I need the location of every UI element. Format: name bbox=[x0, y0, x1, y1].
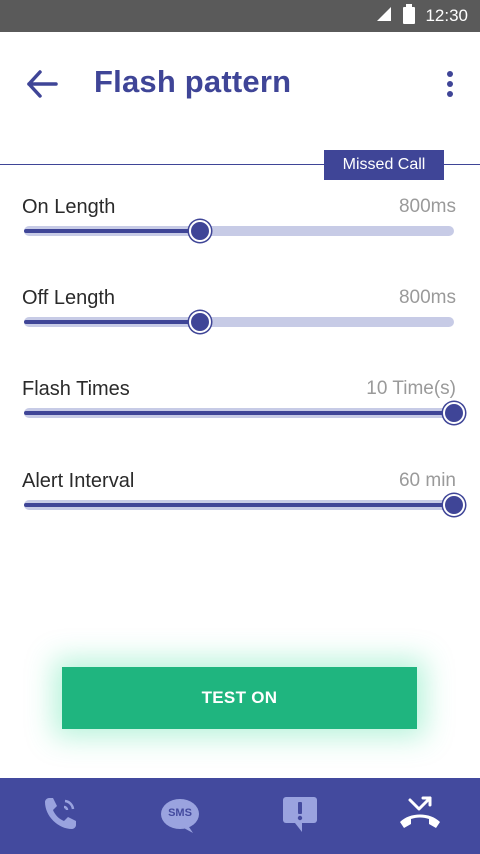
sms-icon-label: SMS bbox=[168, 807, 192, 819]
setting-value: 800ms bbox=[398, 287, 456, 308]
on-length-slider[interactable] bbox=[24, 220, 454, 242]
setting-value: 10 Time(s) bbox=[366, 378, 456, 399]
status-bar: 12:30 bbox=[0, 0, 480, 32]
slider-fill bbox=[24, 320, 201, 324]
setting-label: On Length bbox=[22, 196, 116, 218]
nav-item-alerts[interactable] bbox=[240, 778, 360, 854]
setting-off-length: Off Length 800ms bbox=[22, 287, 456, 347]
flash-times-slider[interactable] bbox=[24, 402, 465, 424]
back-arrow-icon bbox=[25, 69, 59, 103]
slider-thumb[interactable] bbox=[443, 494, 465, 516]
back-button[interactable] bbox=[18, 62, 66, 110]
mode-badge: Missed Call bbox=[324, 150, 444, 180]
slider-thumb[interactable] bbox=[443, 402, 465, 424]
nav-item-missed-call[interactable] bbox=[360, 778, 480, 854]
more-vert-icon bbox=[446, 71, 454, 101]
battery-icon bbox=[403, 4, 416, 28]
setting-flash-times: Flash Times 10 Time(s) bbox=[22, 378, 465, 438]
missed-call-icon bbox=[398, 794, 442, 838]
setting-label: Flash Times bbox=[22, 378, 130, 400]
slider-fill bbox=[24, 411, 454, 415]
alert-interval-slider[interactable] bbox=[24, 494, 465, 516]
sms-icon: SMS bbox=[159, 796, 201, 836]
setting-on-length: On Length 800ms bbox=[22, 196, 456, 256]
test-on-button[interactable]: TEST ON bbox=[62, 667, 417, 729]
page-title: Flash pattern bbox=[94, 64, 292, 99]
phone-icon bbox=[40, 794, 80, 838]
setting-value: 800ms bbox=[398, 196, 456, 217]
off-length-slider[interactable] bbox=[24, 311, 454, 333]
status-time: 12:30 bbox=[425, 6, 468, 25]
nav-item-calls[interactable] bbox=[0, 778, 120, 854]
nav-item-sms[interactable]: SMS bbox=[120, 778, 240, 854]
app-bar: Flash pattern bbox=[0, 32, 480, 140]
bottom-nav: SMS bbox=[0, 778, 480, 854]
slider-fill bbox=[24, 229, 201, 233]
setting-label: Alert Interval bbox=[22, 470, 135, 492]
slider-thumb[interactable] bbox=[189, 220, 212, 242]
slider-thumb[interactable] bbox=[189, 311, 212, 333]
setting-label: Off Length bbox=[22, 287, 116, 309]
setting-alert-interval: Alert Interval 60 min bbox=[22, 470, 465, 530]
alert-icon bbox=[280, 794, 320, 838]
more-options-button[interactable] bbox=[430, 66, 470, 106]
setting-value: 60 min bbox=[398, 470, 456, 491]
signal-icon bbox=[375, 5, 393, 27]
slider-fill bbox=[24, 503, 454, 507]
